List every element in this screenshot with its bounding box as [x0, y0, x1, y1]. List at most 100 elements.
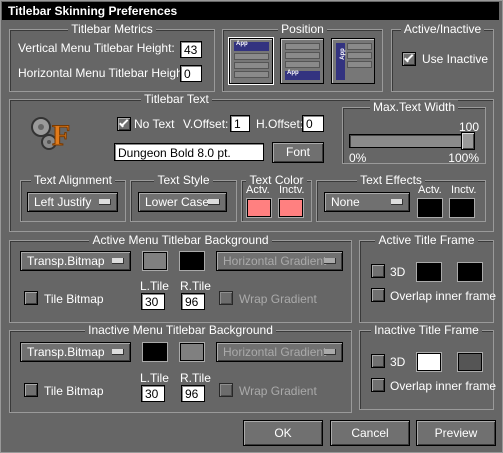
active-frame-color2-swatch[interactable]: [458, 263, 482, 281]
text-color-inactive-label: Inctv.: [279, 184, 305, 196]
active-menu-bg-title: Active Menu Titlebar Background: [89, 233, 272, 247]
horizontal-height-input[interactable]: 0: [180, 65, 202, 82]
active-bg-color2-swatch[interactable]: [180, 252, 204, 270]
inactive-wrap-gradient-checkbox[interactable]: [219, 383, 233, 397]
vertical-height-input[interactable]: 43: [180, 41, 202, 58]
text-effects-inactive-swatch[interactable]: [450, 199, 474, 217]
use-inactive-label: Use Inactive: [422, 52, 489, 66]
text-alignment-dropdown[interactable]: Left Justify: [27, 192, 118, 212]
max-text-width-title: Max.Text Width: [369, 100, 459, 114]
position-top-icon[interactable]: App: [229, 38, 273, 84]
inactive-title-frame-title: Inactive Title Frame: [371, 323, 482, 337]
inactive-gradient-dropdown[interactable]: Horizontal Gradient: [216, 342, 343, 362]
preview-button[interactable]: Preview: [416, 420, 496, 446]
text-style-dropdown[interactable]: Lower Case: [138, 192, 227, 212]
max-text-width-slider-thumb[interactable]: [461, 132, 475, 150]
titlebar-text-title: Titlebar Text: [141, 92, 212, 106]
position-title: Position: [278, 22, 327, 36]
text-effects-group: Text Effects None Actv. Inctv.: [316, 173, 486, 222]
inactive-bg-color2-swatch[interactable]: [180, 343, 204, 361]
inactive-overlap-checkbox[interactable]: [371, 378, 385, 392]
inactive-title-frame-group: Inactive Title Frame 3D Overlap inner fr…: [359, 323, 496, 410]
inactive-gradient-value: Horizontal Gradient: [223, 345, 327, 359]
active-rtile-input[interactable]: 96: [181, 293, 205, 310]
inactive-bg-type-dropdown[interactable]: Transp.Bitmap: [20, 342, 131, 362]
cancel-button[interactable]: Cancel: [330, 420, 410, 446]
titlebar-metrics-title: Titlebar Metrics: [68, 22, 156, 36]
text-effects-value: None: [331, 195, 360, 209]
active-bg-color1-swatch[interactable]: [143, 252, 167, 270]
inactive-menu-bg-group: Inactive Menu Titlebar Background Transp…: [9, 323, 352, 413]
gear-logo-icon: F: [31, 117, 71, 153]
inactive-menu-bg-title: Inactive Menu Titlebar Background: [85, 323, 276, 337]
active-title-frame-group: Active Title Frame 3D Overlap inner fram…: [359, 233, 497, 323]
window-titlebar[interactable]: Titlebar Skinning Preferences: [2, 2, 499, 20]
ok-button[interactable]: OK: [243, 420, 323, 446]
inactive-bg-type-value: Transp.Bitmap: [27, 345, 105, 359]
active-gradient-dropdown[interactable]: Horizontal Gradient: [216, 251, 343, 271]
text-effects-title: Text Effects: [357, 173, 425, 187]
active-frame-color1-swatch[interactable]: [417, 263, 441, 281]
active-rtile-label: R.Tile: [180, 279, 211, 293]
slider-max-label: 100%: [448, 151, 479, 165]
dropdown-arrow-icon: [324, 258, 336, 264]
font-button[interactable]: Font: [272, 142, 324, 163]
text-alignment-value: Left Justify: [34, 195, 92, 209]
text-color-group: Text Color Actv. Inctv.: [241, 173, 312, 222]
text-effects-dropdown[interactable]: None: [324, 192, 410, 212]
active-menu-bg-group: Active Menu Titlebar Background Transp.B…: [9, 233, 352, 323]
text-effects-active-swatch[interactable]: [418, 199, 442, 217]
active-frame-3d-label: 3D: [390, 265, 406, 279]
position-bottom-icon[interactable]: App: [280, 38, 324, 84]
titlebar-metrics-group: Titlebar Metrics Vertical Menu Titlebar …: [9, 22, 215, 92]
slider-min-label: 0%: [349, 151, 367, 165]
horizontal-height-label: Horizontal Menu Titlebar Height:: [18, 66, 190, 80]
text-alignment-group: Text Alignment Left Justify: [20, 173, 126, 222]
max-text-width-group: Max.Text Width 100 0% 100%: [342, 100, 486, 165]
dropdown-arrow-icon: [391, 199, 403, 205]
inactive-ltile-input[interactable]: 30: [141, 385, 165, 402]
active-overlap-label: Overlap inner frame: [390, 289, 497, 303]
text-alignment-title: Text Alignment: [30, 173, 116, 187]
text-style-value: Lower Case: [145, 195, 210, 209]
active-tile-bitmap-checkbox[interactable]: [24, 291, 38, 305]
text-color-active-swatch[interactable]: [247, 199, 271, 217]
v-offset-input[interactable]: 1: [230, 115, 250, 132]
text-color-inactive-swatch[interactable]: [279, 199, 303, 217]
inactive-rtile-input[interactable]: 96: [181, 385, 205, 402]
inactive-rtile-label: R.Tile: [180, 371, 211, 385]
no-text-checkbox[interactable]: [117, 117, 131, 131]
active-tile-bitmap-label: Tile Bitmap: [44, 292, 104, 306]
v-offset-label: V.Offset:: [183, 117, 229, 131]
position-side-icon[interactable]: App: [331, 38, 375, 84]
active-overlap-checkbox[interactable]: [371, 288, 385, 302]
active-title-frame-title: Active Title Frame: [375, 233, 478, 247]
position-side-app-label: App: [339, 48, 346, 60]
vertical-height-label: Vertical Menu Titlebar Height:: [18, 41, 175, 55]
inactive-tile-bitmap-checkbox[interactable]: [24, 383, 38, 397]
inactive-frame-3d-label: 3D: [390, 355, 406, 369]
inactive-bg-color1-swatch[interactable]: [143, 343, 167, 361]
inactive-ltile-label: L.Tile: [140, 371, 169, 385]
max-text-width-slider-track[interactable]: [349, 134, 475, 148]
no-text-label: No Text: [134, 117, 175, 131]
svg-text:F: F: [52, 119, 70, 152]
dropdown-arrow-icon: [324, 349, 336, 355]
active-wrap-gradient-checkbox[interactable]: [219, 291, 233, 305]
text-effects-inactive-label: Inctv.: [451, 184, 477, 196]
inactive-frame-color1-swatch[interactable]: [417, 353, 441, 371]
inactive-frame-color2-swatch[interactable]: [458, 353, 482, 371]
h-offset-input[interactable]: 0: [302, 115, 324, 132]
active-frame-3d-checkbox[interactable]: [371, 264, 385, 278]
active-ltile-input[interactable]: 30: [141, 293, 165, 310]
window-title: Titlebar Skinning Preferences: [8, 4, 178, 18]
text-style-group: Text Style Lower Case: [130, 173, 237, 222]
h-offset-label: H.Offset:: [256, 117, 304, 131]
text-color-active-label: Actv.: [246, 184, 270, 196]
active-bg-type-dropdown[interactable]: Transp.Bitmap: [20, 251, 131, 271]
position-top-app-label: App: [236, 41, 248, 47]
active-inactive-group: Active/Inactive Use Inactive: [391, 22, 494, 92]
titlebar-text-group: Titlebar Text F No Text V.Offset: 1 H.Of…: [9, 92, 494, 232]
use-inactive-checkbox[interactable]: [402, 52, 416, 66]
inactive-frame-3d-checkbox[interactable]: [371, 354, 385, 368]
